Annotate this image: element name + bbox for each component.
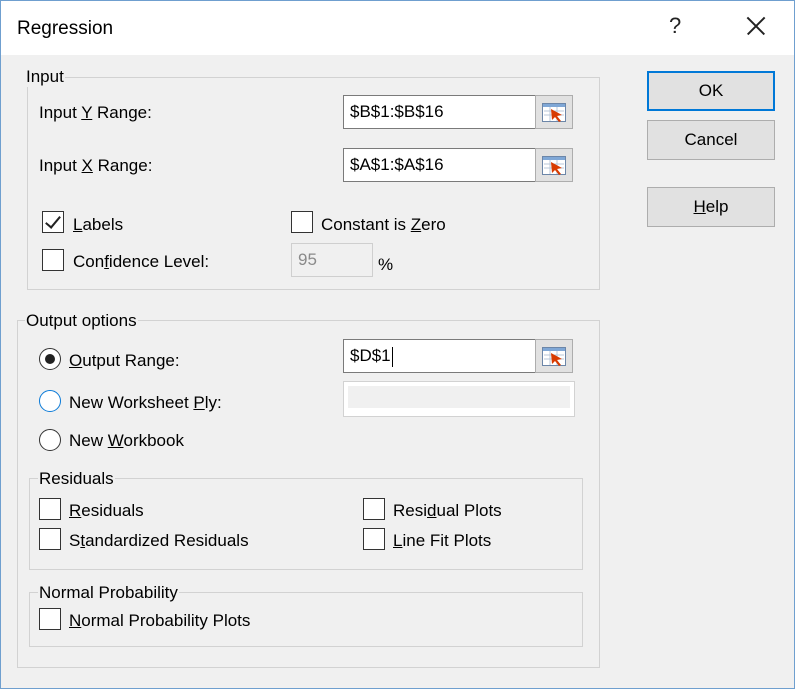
collapse-dialog-icon [542, 103, 566, 122]
input-x-range-label: Input X Range: [39, 156, 153, 175]
input-y-range-field[interactable]: $B$1:$B$16 [343, 95, 537, 129]
line-fit-plots-label[interactable]: Line Fit Plots [393, 531, 491, 551]
standardized-residuals-label[interactable]: Standardized Residuals [69, 531, 249, 551]
input-group-label: Input [25, 67, 65, 87]
regression-dialog: Regression ? Input Input Y Range: $B$1:$… [0, 0, 795, 689]
input-y-range-label: Input Y Range: [39, 103, 152, 122]
new-worksheet-ply-label[interactable]: New Worksheet Ply: [69, 393, 222, 413]
ok-button[interactable]: OK [647, 71, 775, 111]
output-range-field[interactable]: $D$1 [343, 339, 537, 373]
normal-probability-group-label: Normal Probability [38, 583, 179, 603]
new-worksheet-ply-inner [348, 386, 570, 408]
residuals-group-label: Residuals [38, 469, 115, 489]
residual-plots-label[interactable]: Residual Plots [393, 501, 502, 521]
confidence-level-checkbox[interactable] [42, 249, 64, 271]
output-options-label: Output options [25, 311, 138, 331]
input-x-range-field[interactable]: $A$1:$A$16 [343, 148, 537, 182]
residuals-checkbox[interactable] [39, 498, 61, 520]
dialog-title: Regression [17, 18, 114, 39]
collapse-dialog-button-y[interactable] [535, 95, 573, 129]
new-workbook-label[interactable]: New Workbook [69, 431, 184, 451]
line-fit-plots-checkbox[interactable] [363, 528, 385, 550]
normal-probability-plots-checkbox[interactable] [39, 608, 61, 630]
residual-plots-checkbox[interactable] [363, 498, 385, 520]
normal-probability-plots-label[interactable]: Normal Probability Plots [69, 611, 250, 631]
standardized-residuals-checkbox[interactable] [39, 528, 61, 550]
labels-label[interactable]: Labels [73, 215, 123, 235]
cancel-button[interactable]: Cancel [647, 120, 775, 160]
help-icon[interactable]: ? [669, 13, 681, 39]
confidence-level-field[interactable]: 95 [291, 243, 373, 277]
new-worksheet-ply-radio[interactable] [39, 390, 61, 412]
new-worksheet-ply-field[interactable] [343, 381, 575, 417]
collapse-dialog-button-output[interactable] [535, 339, 573, 373]
collapse-dialog-button-x[interactable] [535, 148, 573, 182]
residuals-group [29, 478, 583, 570]
output-range-label[interactable]: Output Range: [69, 351, 180, 371]
confidence-level-label[interactable]: Confidence Level: [73, 252, 209, 272]
collapse-dialog-icon [542, 347, 566, 366]
text-cursor [391, 346, 393, 367]
percent-label: % [378, 255, 394, 274]
close-icon[interactable] [739, 9, 773, 43]
new-workbook-radio[interactable] [39, 429, 61, 451]
constant-is-zero-label[interactable]: Constant is Zero [321, 215, 446, 235]
labels-checkbox[interactable] [42, 211, 64, 233]
constant-is-zero-checkbox[interactable] [291, 211, 313, 233]
help-button[interactable]: Help [647, 187, 775, 227]
output-range-radio[interactable] [39, 348, 61, 370]
collapse-dialog-icon [542, 156, 566, 175]
title-bar: Regression ? [1, 1, 794, 55]
residuals-label[interactable]: Residuals [69, 501, 144, 521]
